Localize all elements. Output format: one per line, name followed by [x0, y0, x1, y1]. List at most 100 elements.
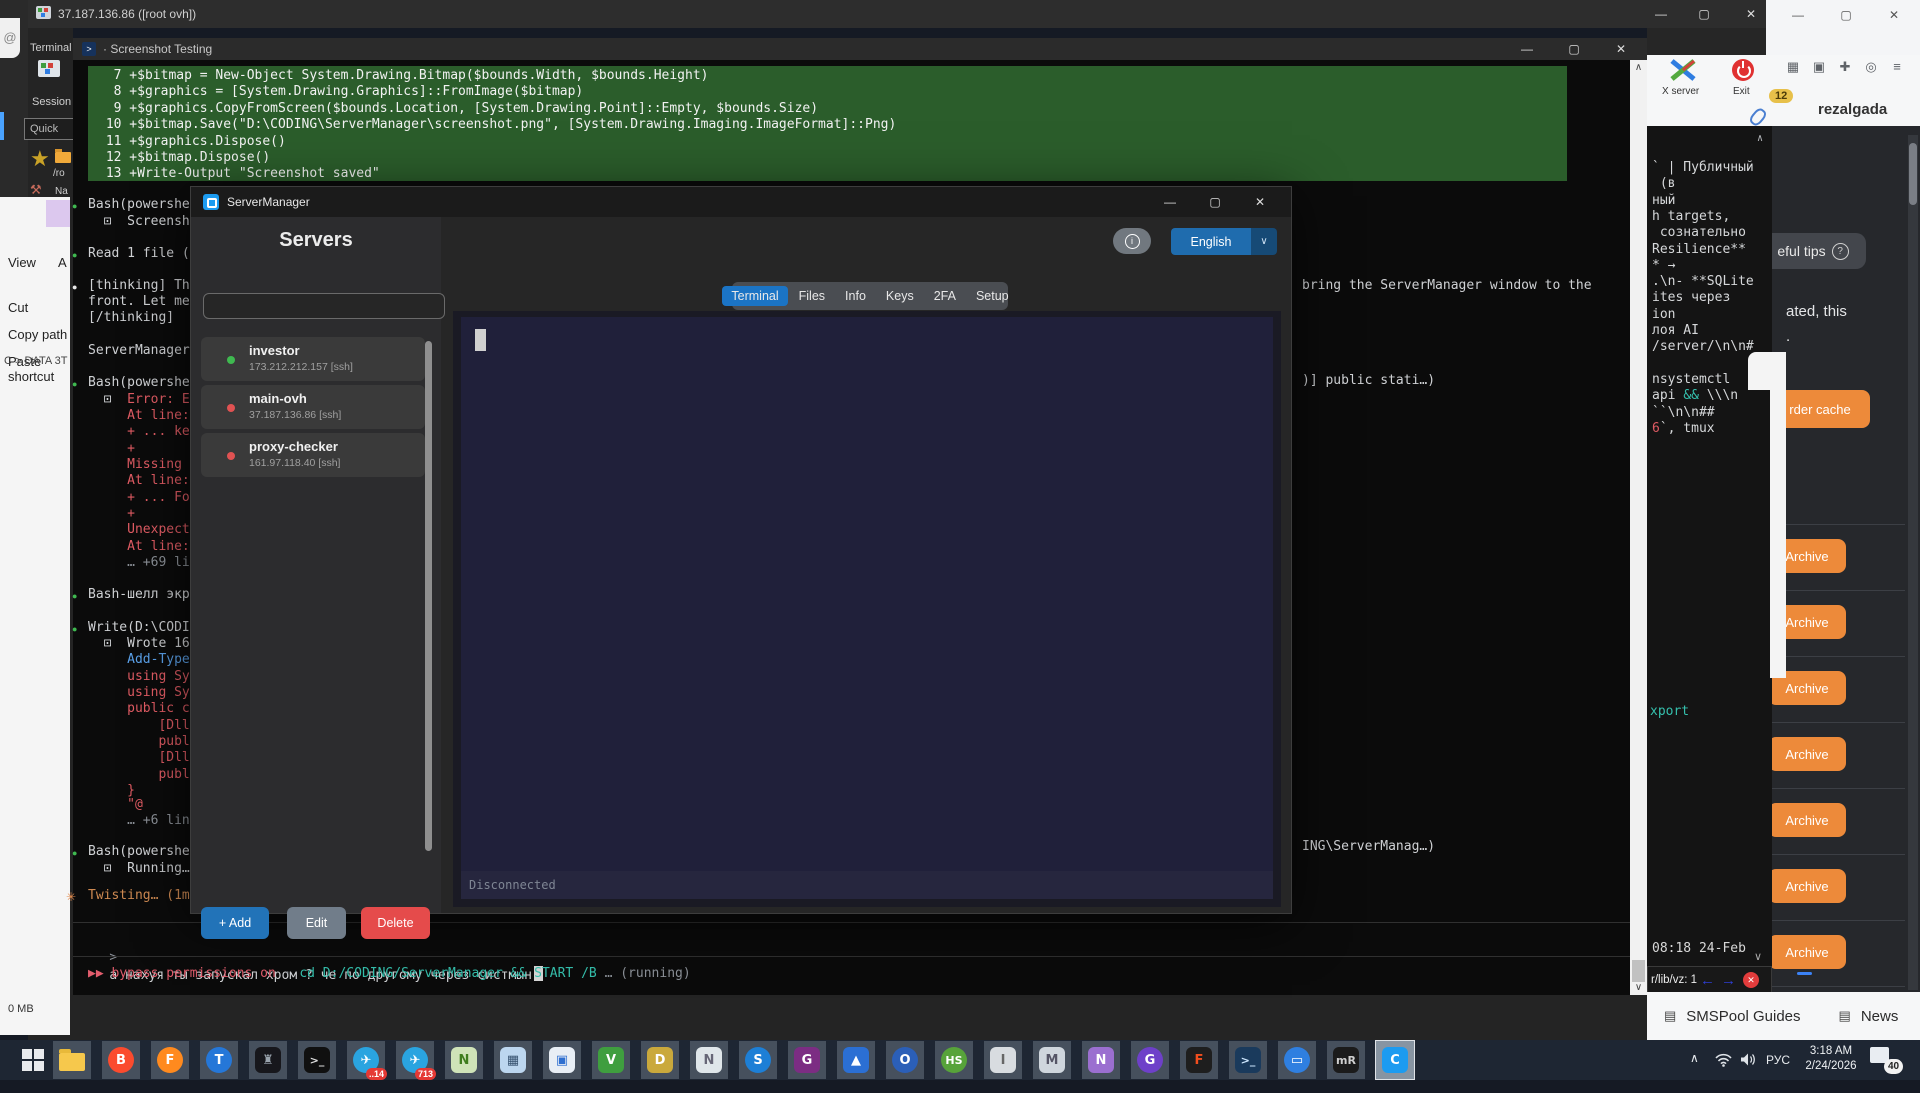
- menu-cut[interactable]: Cut: [8, 300, 28, 315]
- delete-server-button[interactable]: Delete: [361, 907, 430, 939]
- quick-connect-input[interactable]: Quick: [24, 118, 79, 140]
- back-arrow-icon[interactable]: ←: [1700, 972, 1715, 989]
- server-item[interactable]: proxy-checker161.97.118.40 [ssh]: [201, 433, 425, 477]
- remote-desktop-icon[interactable]: ▭: [1278, 1041, 1316, 1079]
- server-item[interactable]: main-ovh37.187.136.86 [ssh]: [201, 385, 425, 429]
- speaker-icon[interactable]: [1740, 1052, 1758, 1068]
- forward-arrow-icon[interactable]: →: [1721, 972, 1736, 989]
- menu-copy-path[interactable]: Copy path: [8, 327, 67, 342]
- grid-icon[interactable]: ▦: [1782, 58, 1804, 76]
- wifi-icon[interactable]: [1714, 1052, 1734, 1068]
- language-indicator[interactable]: РУС: [1766, 1053, 1790, 1093]
- sidebar-scrollbar-thumb[interactable]: [425, 341, 432, 851]
- session-icon[interactable]: [38, 60, 60, 77]
- language-dropdown[interactable]: English ∨: [1171, 228, 1277, 255]
- swirl-icon[interactable]: S: [739, 1041, 777, 1079]
- github-icon[interactable]: G: [1131, 1041, 1169, 1079]
- server-search-input[interactable]: [203, 293, 445, 319]
- tab-info[interactable]: Info: [836, 286, 875, 306]
- server-item[interactable]: investor173.212.212.157 [ssh]: [201, 337, 425, 381]
- tray-expand-icon[interactable]: ∧: [1690, 1051, 1699, 1091]
- shield-plus-icon[interactable]: ✚: [1834, 58, 1856, 76]
- tab-keys[interactable]: Keys: [877, 286, 923, 306]
- minimize-icon[interactable]: —: [1514, 39, 1540, 59]
- minimize-icon[interactable]: —: [1157, 192, 1183, 212]
- monitor-stats-icon[interactable]: M: [1033, 1041, 1071, 1079]
- x-server-icon[interactable]: [1668, 58, 1698, 82]
- chat-scroll-down-icon[interactable]: ∨: [1754, 950, 1762, 963]
- news-link[interactable]: News: [1861, 1008, 1899, 1025]
- figma-icon[interactable]: F: [1180, 1041, 1218, 1079]
- archive-button[interactable]: Archive: [1768, 935, 1846, 969]
- hs-icon[interactable]: HS: [935, 1041, 973, 1079]
- maximize-icon[interactable]: ▢: [1561, 39, 1587, 59]
- archive-button[interactable]: Archive: [1768, 803, 1846, 837]
- archive-button[interactable]: Archive: [1768, 737, 1846, 771]
- tools-icon[interactable]: ⚒: [30, 182, 42, 198]
- firefox-icon[interactable]: F: [151, 1041, 189, 1079]
- tab-app[interactable]: A: [58, 255, 67, 270]
- brave-icon[interactable]: B: [102, 1041, 140, 1079]
- terminal-view[interactable]: [461, 317, 1273, 899]
- tab-setup[interactable]: Setup: [967, 286, 1018, 306]
- restore-icon[interactable]: ▢: [1836, 6, 1856, 24]
- browser-scrollbar[interactable]: [1908, 135, 1918, 990]
- close-icon[interactable]: ✕: [1608, 39, 1634, 59]
- minimize-icon[interactable]: —: [1788, 6, 1808, 24]
- shield-icon[interactable]: ◎: [1860, 58, 1882, 76]
- useful-tips-pill[interactable]: eful tips ?: [1760, 233, 1866, 269]
- chat-scroll-up-icon[interactable]: ∧: [1757, 131, 1763, 147]
- v-green-icon[interactable]: V: [592, 1041, 630, 1079]
- scroll-up-icon[interactable]: ∧: [1630, 62, 1647, 73]
- breadcrumb[interactable]: C > DATA 3T: [4, 355, 67, 367]
- octopus-icon[interactable]: O: [886, 1041, 924, 1079]
- db-tools-icon[interactable]: D: [641, 1041, 679, 1079]
- menu-icon[interactable]: ≡: [1886, 58, 1908, 76]
- taskbar-clock[interactable]: 3:18 AM 2/24/2026: [1796, 1044, 1866, 1074]
- powershell-icon[interactable]: >_: [1229, 1041, 1267, 1079]
- window-app-icon[interactable]: ▣: [543, 1041, 581, 1079]
- scroll-down-icon[interactable]: ∨: [1630, 982, 1647, 993]
- image-viewer-icon[interactable]: I: [984, 1041, 1022, 1079]
- tab-view[interactable]: View: [8, 255, 36, 270]
- tab-2fa[interactable]: 2FA: [925, 286, 965, 306]
- pagination-indicator[interactable]: [1797, 972, 1812, 975]
- cmd-icon[interactable]: >_: [298, 1041, 336, 1079]
- minimize-icon[interactable]: —: [1648, 4, 1674, 24]
- menu-terminal[interactable]: Terminal: [30, 42, 72, 54]
- folder-icon[interactable]: [55, 152, 71, 163]
- tab-files[interactable]: Files: [790, 286, 834, 306]
- thunderbird-icon[interactable]: T: [200, 1041, 238, 1079]
- edit-server-button[interactable]: Edit: [287, 907, 346, 939]
- mremoteng-icon[interactable]: mR: [1327, 1041, 1365, 1079]
- maximize-icon[interactable]: ▢: [1691, 4, 1717, 24]
- smspool-guides-link[interactable]: SMSPool Guides: [1686, 1008, 1800, 1025]
- servermanager-icon[interactable]: C: [1376, 1041, 1414, 1079]
- add-server-button[interactable]: + Add: [201, 907, 269, 939]
- account-name[interactable]: rezalgada: [1818, 101, 1887, 118]
- notes-icon[interactable]: N: [690, 1041, 728, 1079]
- maximize-icon[interactable]: ▢: [1202, 192, 1228, 212]
- close-circle-icon[interactable]: ✕: [1743, 972, 1759, 988]
- close-icon[interactable]: ✕: [1738, 4, 1764, 24]
- telegram-alt-icon[interactable]: ✈713: [396, 1041, 434, 1079]
- close-icon[interactable]: ✕: [1884, 6, 1904, 24]
- console-scrollbar[interactable]: ∧ ∨: [1630, 60, 1647, 995]
- telegram-icon[interactable]: ✈..14: [347, 1041, 385, 1079]
- scrollbar-thumb[interactable]: [1909, 143, 1917, 205]
- start-button[interactable]: [22, 1049, 44, 1071]
- tab-terminal[interactable]: Terminal: [722, 286, 787, 306]
- notion-icon[interactable]: N: [1082, 1041, 1120, 1079]
- notepadpp-icon[interactable]: N: [445, 1041, 483, 1079]
- game-avatar-icon[interactable]: ♜: [249, 1041, 287, 1079]
- g-doc-icon[interactable]: G: [788, 1041, 826, 1079]
- info-button[interactable]: i: [1113, 228, 1151, 254]
- calculator-icon[interactable]: ▦: [494, 1041, 532, 1079]
- favorites-star-icon[interactable]: ★: [30, 146, 50, 172]
- archive-button[interactable]: Archive: [1768, 869, 1846, 903]
- tabs-icon[interactable]: ▣: [1808, 58, 1830, 76]
- photos-icon[interactable]: ▲: [837, 1041, 875, 1079]
- file-explorer-icon[interactable]: [53, 1041, 91, 1079]
- close-icon[interactable]: ✕: [1247, 192, 1273, 212]
- exit-power-icon[interactable]: [1732, 59, 1754, 81]
